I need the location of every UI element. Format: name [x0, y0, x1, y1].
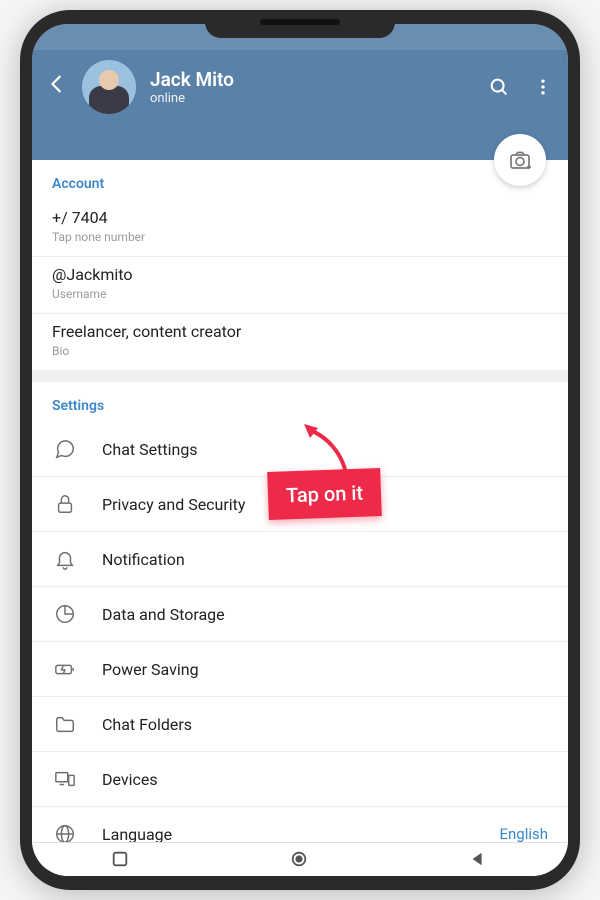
header-actions — [488, 76, 554, 98]
nav-back-icon[interactable] — [469, 850, 489, 870]
devices-icon — [52, 766, 78, 792]
account-title: Account — [32, 172, 568, 200]
search-icon[interactable] — [488, 76, 510, 98]
screen: Jack Mito online Account — [32, 24, 568, 876]
bio-label: Bio — [52, 344, 548, 358]
avatar[interactable] — [82, 60, 136, 114]
username-field[interactable]: @Jackmito Username — [32, 257, 568, 314]
device-notch — [205, 10, 395, 38]
back-button[interactable] — [46, 73, 76, 101]
account-section: Account +/ 7404 Tap none number @Jackmit… — [32, 160, 568, 370]
more-icon[interactable] — [532, 76, 554, 98]
android-navbar — [32, 842, 568, 876]
folder-icon — [52, 711, 78, 737]
phone-field[interactable]: +/ 7404 Tap none number — [32, 200, 568, 257]
camera-add-button[interactable] — [494, 134, 546, 186]
settings-item-label: Language — [102, 825, 499, 844]
phone-label: Tap none number — [52, 230, 548, 244]
username-value: @Jackmito — [52, 265, 548, 284]
settings-section: Settings Chat Settings Privacy and Secur… — [32, 382, 568, 861]
section-gap — [32, 370, 568, 382]
settings-item-power[interactable]: Power Saving — [32, 642, 568, 697]
name-block: Jack Mito online — [150, 68, 488, 106]
settings-item-chat[interactable]: Chat Settings — [32, 422, 568, 477]
bio-field[interactable]: Freelancer, content creator Bio — [32, 314, 568, 370]
settings-item-label: Chat Folders — [102, 715, 548, 734]
settings-item-devices[interactable]: Devices — [32, 752, 568, 807]
piechart-icon — [52, 601, 78, 627]
settings-title: Settings — [32, 394, 568, 422]
settings-item-label: Data and Storage — [102, 605, 548, 624]
phone-frame: Jack Mito online Account — [20, 10, 580, 890]
settings-item-label: Chat Settings — [102, 440, 548, 459]
settings-item-data[interactable]: Data and Storage — [32, 587, 568, 642]
nav-recent-icon[interactable] — [111, 850, 131, 870]
settings-item-label: Power Saving — [102, 660, 548, 679]
settings-item-label: Devices — [102, 770, 548, 789]
username-label: Username — [52, 287, 548, 301]
profile-header: Jack Mito online — [32, 50, 568, 160]
online-status: online — [150, 91, 488, 106]
settings-item-label: Notification — [102, 550, 548, 569]
display-name: Jack Mito — [150, 68, 488, 91]
chat-icon — [52, 436, 78, 462]
settings-item-folders[interactable]: Chat Folders — [32, 697, 568, 752]
phone-value: +/ 7404 — [52, 208, 548, 227]
callout-label: Tap on it — [267, 468, 382, 520]
nav-home-icon[interactable] — [290, 850, 310, 870]
settings-item-notifications[interactable]: Notification — [32, 532, 568, 587]
bio-value: Freelancer, content creator — [52, 322, 548, 341]
battery-icon — [52, 656, 78, 682]
bell-icon — [52, 546, 78, 572]
lock-icon — [52, 491, 78, 517]
language-value: English — [499, 825, 548, 843]
